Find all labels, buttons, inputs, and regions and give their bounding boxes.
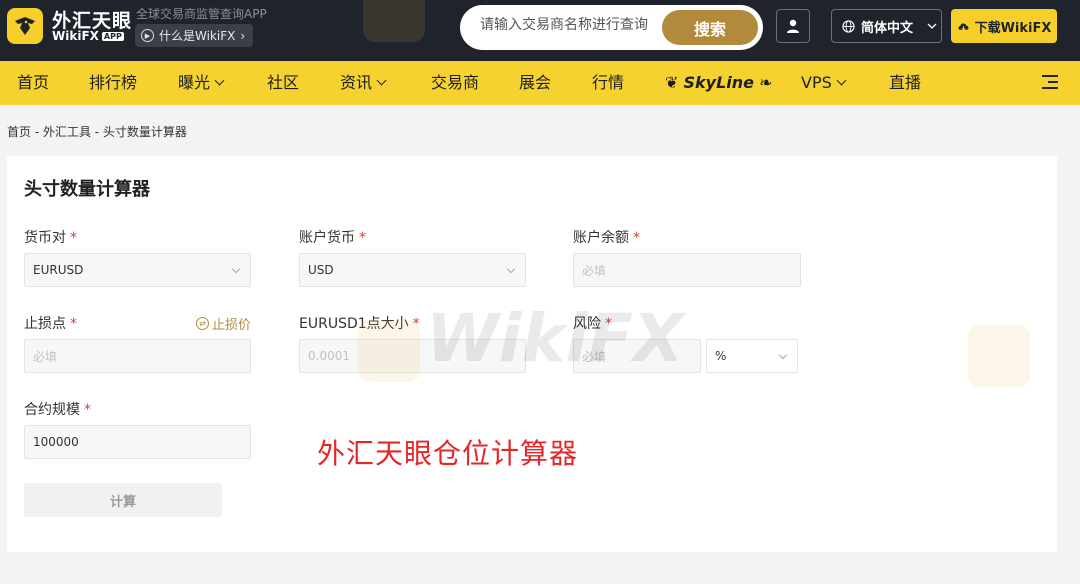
brand-name-en: WikiFX APP xyxy=(52,29,124,43)
language-selector[interactable]: 简体中文 xyxy=(831,9,942,43)
brand-en-text: WikiFX xyxy=(52,29,99,43)
download-app-button[interactable]: 下载WikiFX xyxy=(951,9,1057,43)
required-mark: * xyxy=(633,230,640,246)
search-input[interactable] xyxy=(480,17,660,33)
globe-icon xyxy=(842,19,855,33)
tagline: 全球交易商监管查询APP xyxy=(136,7,267,21)
currency-pair-label-text: 货币对 xyxy=(24,230,66,246)
play-icon: ▶ xyxy=(141,29,154,42)
account-currency-select[interactable]: USD xyxy=(299,253,526,287)
nav-item-vps[interactable]: VPS xyxy=(801,61,847,105)
chevron-down-icon xyxy=(214,75,225,86)
account-currency-label: 账户货币 * xyxy=(299,227,366,247)
pip-size-field: 0.0001 xyxy=(299,339,526,373)
chevron-down-icon xyxy=(231,264,241,274)
chevron-down-icon xyxy=(376,75,387,86)
app-badge: APP xyxy=(101,32,124,41)
calculator-card: 头寸数量计算器 货币对 * EURUSD 账户货币 * USD 账户余额 * 必填 止… xyxy=(7,156,1057,552)
chevron-right-icon: › xyxy=(240,28,246,43)
nav-item-home[interactable]: 首页 xyxy=(17,61,49,105)
nav-item-community[interactable]: 社区 xyxy=(267,61,299,105)
risk-label-text: 风险 xyxy=(573,316,601,332)
nav-item-market[interactable]: 行情 xyxy=(592,61,624,105)
chevron-down-icon xyxy=(927,23,937,29)
required-mark: * xyxy=(605,316,612,332)
risk-unit-select[interactable]: % xyxy=(706,339,798,373)
nav-label-exposure: 曝光 xyxy=(178,73,211,92)
nav-item-live[interactable]: 直播 xyxy=(889,61,921,105)
language-label: 简体中文 xyxy=(861,20,914,36)
wikifx-logo[interactable] xyxy=(7,8,43,44)
stop-loss-price-toggle[interactable]: ⇄ 止损价 xyxy=(196,314,251,333)
contract-size-input[interactable]: 100000 xyxy=(24,425,251,459)
page-title: 头寸数量计算器 xyxy=(24,179,150,200)
main-nav: 首页 排行榜 曝光 社区 资讯 交易商 展会 行情 ❦ SkyLine ❧ VP… xyxy=(0,61,1080,105)
required-mark: * xyxy=(70,316,77,332)
account-balance-label: 账户余额 * xyxy=(573,227,640,247)
user-icon xyxy=(787,19,799,33)
calculate-button[interactable]: 计算 xyxy=(24,483,222,517)
currency-pair-select[interactable]: EURUSD xyxy=(24,253,251,287)
required-mark: * xyxy=(359,230,366,246)
swap-icon: ⇄ xyxy=(196,317,209,330)
annotation-text: 外汇天眼仓位计算器 xyxy=(317,437,579,470)
top-bar: 外汇天眼 WikiFX APP 全球交易商监管查询APP ▶ 什么是WikiFX … xyxy=(0,0,1080,61)
stop-loss-input[interactable]: 必填 xyxy=(24,339,251,373)
nav-label-news: 资讯 xyxy=(340,73,373,92)
contract-size-label-text: 合约规模 xyxy=(24,402,80,418)
user-button[interactable] xyxy=(776,9,810,43)
menu-icon[interactable] xyxy=(1042,75,1058,89)
nav-item-rankings[interactable]: 排行榜 xyxy=(89,61,137,105)
nav-item-news[interactable]: 资讯 xyxy=(340,61,387,105)
nav-item-brokers[interactable]: 交易商 xyxy=(431,61,479,105)
nav-item-expo[interactable]: 展会 xyxy=(519,61,551,105)
what-is-label: 什么是WikiFX xyxy=(159,29,236,43)
risk-input[interactable]: 必填 xyxy=(573,339,701,373)
laurel-icon: ❦ xyxy=(665,73,679,92)
pip-size-label-text: EURUSD1点大小 xyxy=(299,316,409,332)
nav-item-exposure[interactable]: 曝光 xyxy=(178,61,225,105)
currency-pair-value: EURUSD xyxy=(33,263,84,277)
risk-unit-value: % xyxy=(715,349,727,363)
account-currency-label-text: 账户货币 xyxy=(299,230,355,246)
account-balance-input[interactable]: 必填 xyxy=(573,253,801,287)
laurel-icon: ❧ xyxy=(759,73,773,92)
account-currency-value: USD xyxy=(308,263,334,277)
contract-size-label: 合约规模 * xyxy=(24,399,91,419)
download-label: 下载WikiFX xyxy=(974,20,1052,36)
nav-item-skyline[interactable]: ❦ SkyLine ❧ xyxy=(665,61,773,105)
account-balance-label-text: 账户余额 xyxy=(573,230,629,246)
breadcrumb: 首页 - 外汇工具 - 头寸数量计算器 xyxy=(7,125,187,139)
risk-label: 风险 * xyxy=(573,313,612,333)
required-mark: * xyxy=(70,230,77,246)
search-button[interactable]: 搜索 xyxy=(662,10,758,45)
skyline-label: SkyLine xyxy=(683,73,755,92)
chevron-down-icon xyxy=(506,264,516,274)
what-is-wikifx-button[interactable]: ▶ 什么是WikiFX › xyxy=(135,24,254,47)
stop-loss-label-text: 止损点 xyxy=(24,316,66,332)
chevron-down-icon xyxy=(836,75,847,86)
search-bar: 搜索 xyxy=(460,5,763,50)
pip-size-label: EURUSD1点大小 * xyxy=(299,313,420,333)
required-mark: * xyxy=(412,316,420,332)
cloud-download-icon xyxy=(958,23,969,31)
nav-label-vps: VPS xyxy=(801,73,832,92)
stop-loss-price-label: 止损价 xyxy=(212,318,252,333)
currency-pair-label: 货币对 * xyxy=(24,227,77,247)
required-mark: * xyxy=(84,402,91,418)
eagle-logo-icon xyxy=(15,17,35,35)
chevron-down-icon xyxy=(778,350,788,360)
stop-loss-label: 止损点 * xyxy=(24,313,77,333)
